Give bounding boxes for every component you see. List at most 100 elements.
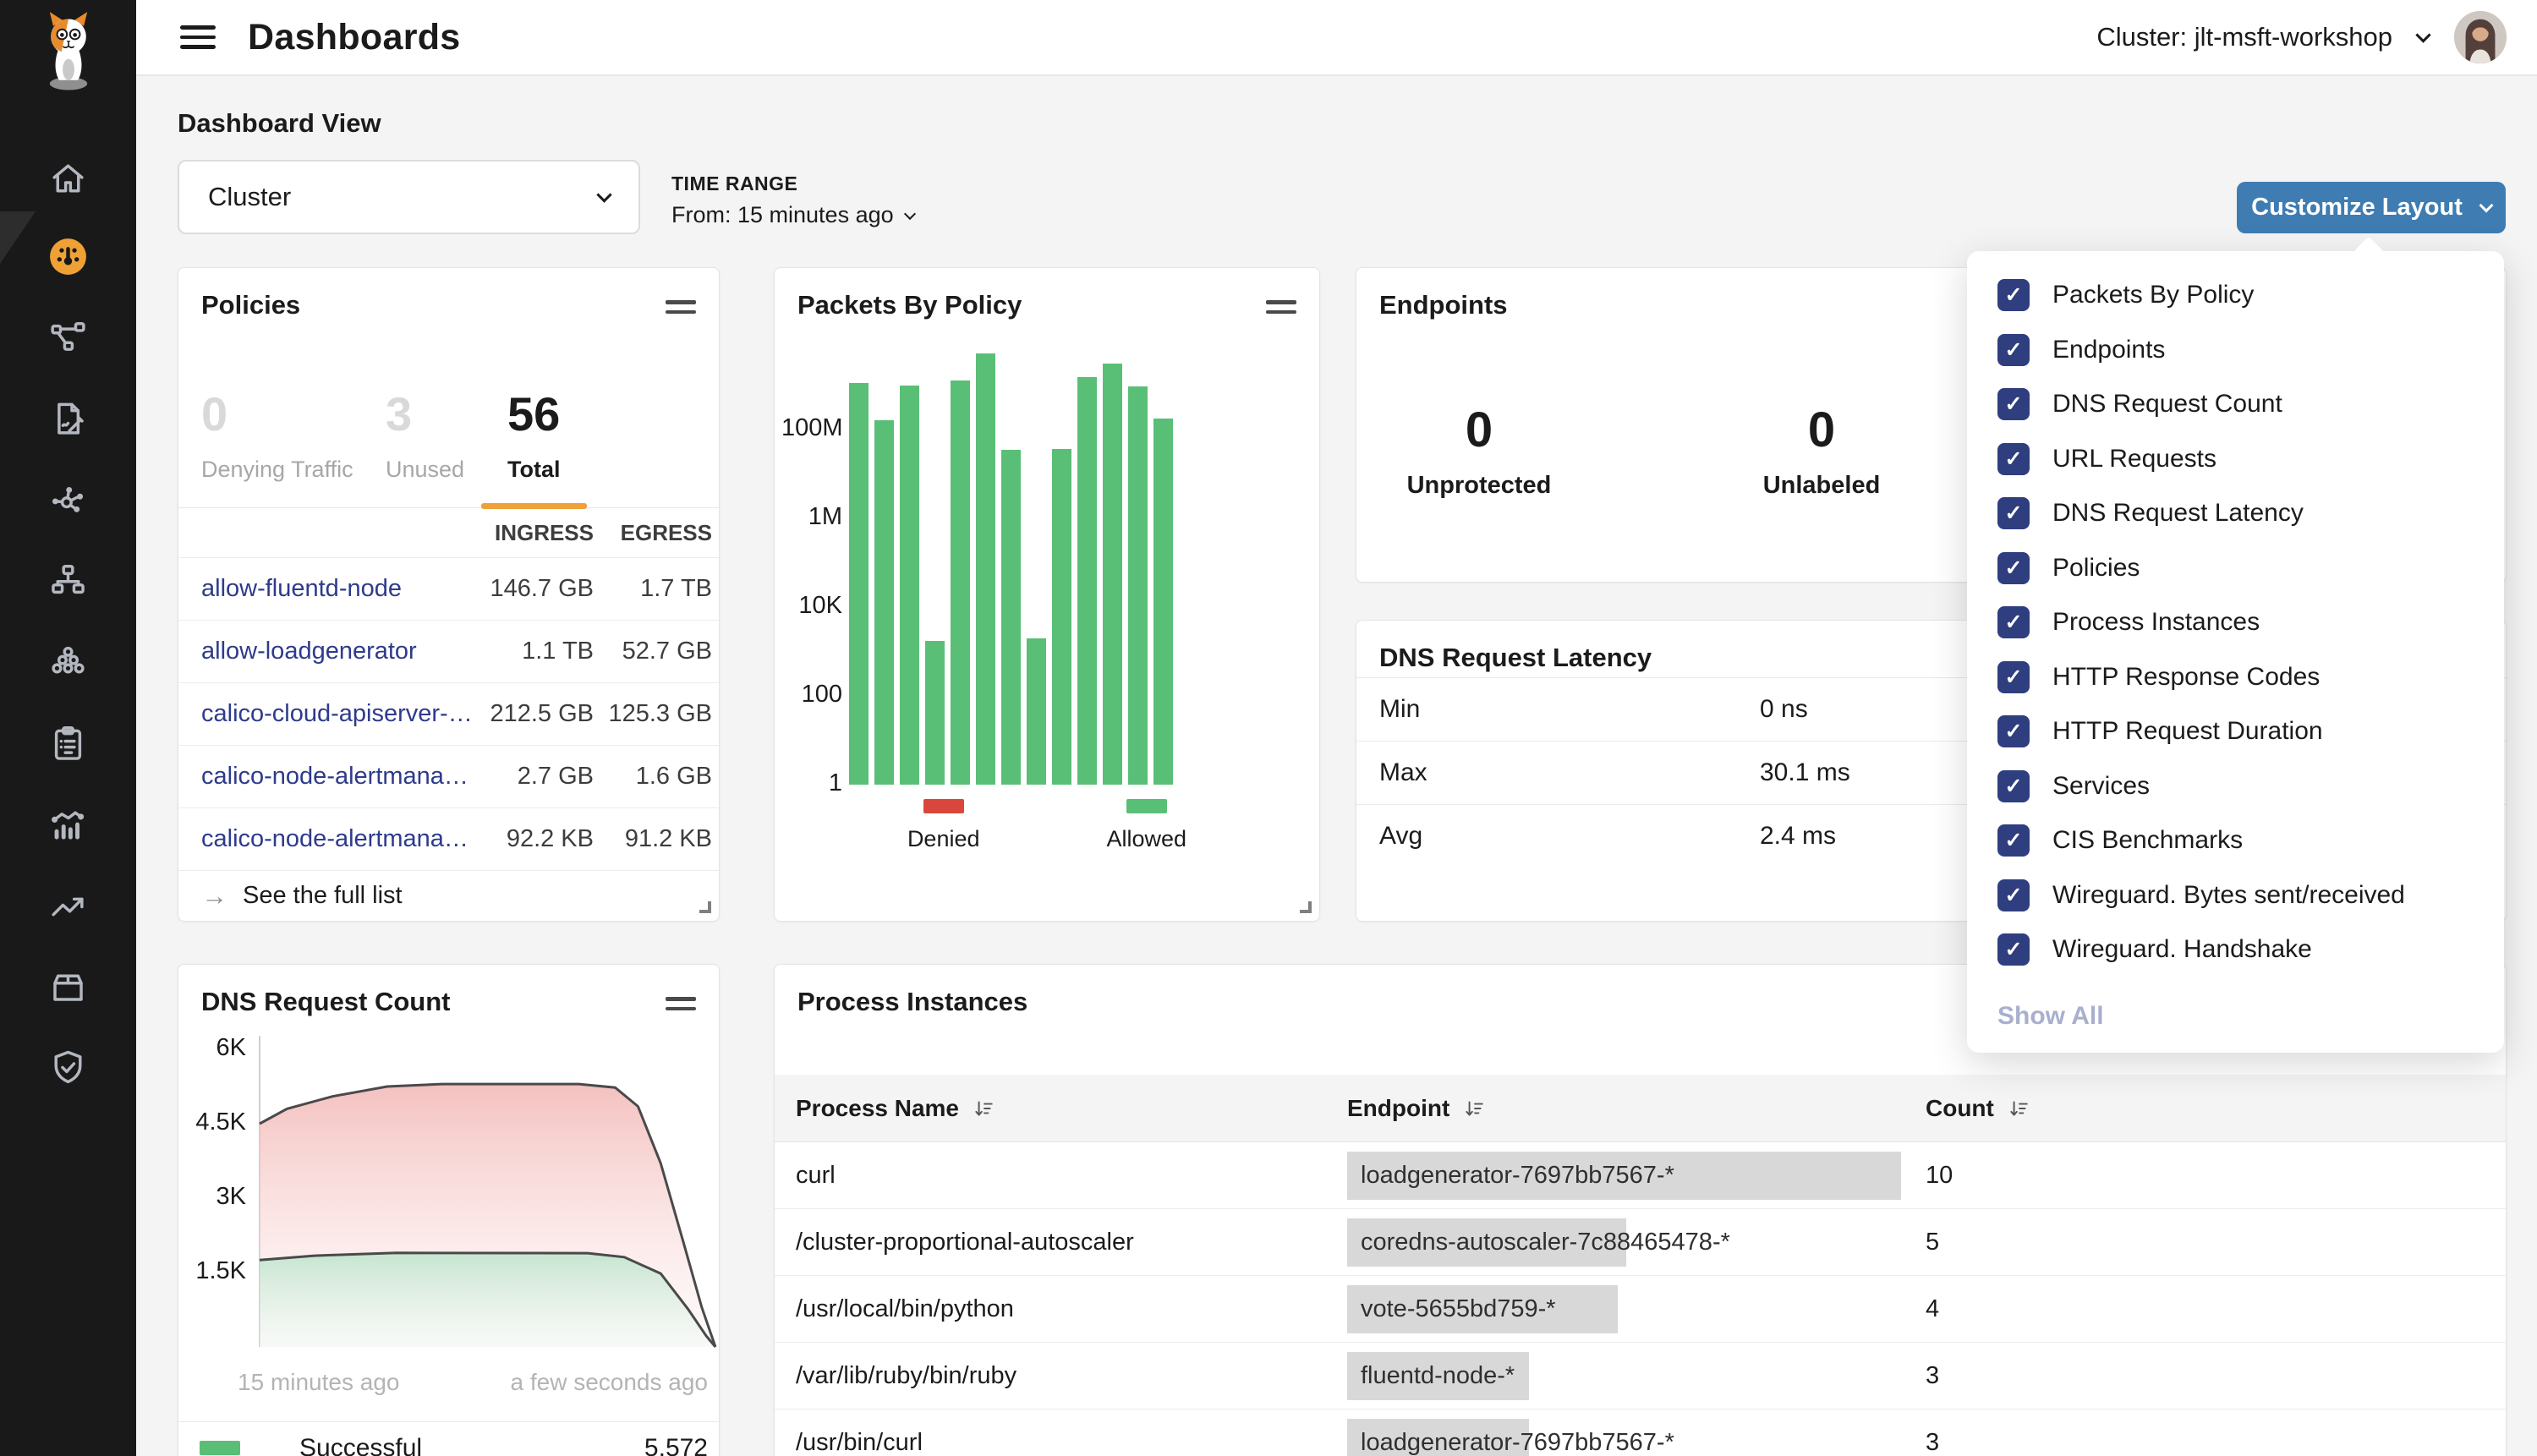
count-cell: 5	[1926, 1229, 2506, 1256]
menu-item-packets-by-policy[interactable]: ✓Packets By Policy	[1997, 268, 2504, 323]
menu-item-process-instances[interactable]: ✓Process Instances	[1997, 595, 2504, 650]
checkbox-checked-icon[interactable]: ✓	[1997, 606, 2030, 638]
menu-item-dns-request-count[interactable]: ✓DNS Request Count	[1997, 377, 2504, 432]
clipboard-icon	[47, 723, 89, 764]
process-table-body: curlloadgenerator-7697bb7567-*10/cluster…	[775, 1142, 2506, 1456]
checkbox-checked-icon[interactable]: ✓	[1997, 933, 2030, 966]
resize-handle[interactable]	[699, 901, 711, 913]
table-row: calico-cloud-apiserver-…212.5 GB125.3 GB	[178, 682, 719, 745]
ingress-value: 212.5 GB	[446, 700, 594, 728]
menu-item-label: CIS Benchmarks	[2052, 826, 2243, 855]
time-range-value[interactable]: From: 15 minutes ago	[671, 202, 914, 228]
menu-item-http-response-codes[interactable]: ✓HTTP Response Codes	[1997, 650, 2504, 705]
table-row: /usr/local/bin/pythonvote-5655bd759-*4	[775, 1276, 2506, 1343]
checkbox-checked-icon[interactable]: ✓	[1997, 715, 2030, 747]
menu-toggle-button[interactable]	[180, 19, 216, 55]
menu-item-url-requests[interactable]: ✓URL Requests	[1997, 432, 2504, 487]
policy-link[interactable]: calico-node-alertmana…	[201, 763, 468, 790]
legend-swatch	[1126, 799, 1167, 813]
checkbox-checked-icon[interactable]: ✓	[1997, 388, 2030, 420]
column-header-process-name[interactable]: Process Name	[796, 1095, 1347, 1122]
checkbox-checked-icon[interactable]: ✓	[1997, 334, 2030, 366]
endpoint-chip: coredns-autoscaler-7c88465478-*	[1347, 1218, 1744, 1267]
legend-label: Allowed	[1107, 826, 1187, 852]
time-range-control: TIME RANGE From: 15 minutes ago	[671, 172, 914, 228]
policy-link[interactable]: allow-loadgenerator	[201, 638, 417, 665]
view-select-value: Cluster	[208, 182, 291, 212]
sidebar-item-hosts[interactable]	[0, 557, 136, 603]
process-name-cell: /usr/bin/curl	[796, 1429, 1347, 1456]
sidebar-item-service-graph[interactable]	[0, 315, 136, 360]
chevron-down-icon	[904, 207, 916, 219]
sidebar-item-network[interactable]	[0, 476, 136, 522]
service-graph-icon	[47, 317, 89, 359]
checkbox-checked-icon[interactable]: ✓	[1997, 770, 2030, 802]
sidebar-item-compliance[interactable]	[0, 720, 136, 766]
resize-handle[interactable]	[1300, 901, 1312, 913]
checkbox-checked-icon[interactable]: ✓	[1997, 279, 2030, 311]
y-axis-tick: 10K	[781, 592, 842, 620]
sidebar-item-dashboard-active[interactable]	[0, 233, 136, 279]
menu-item-wireguard-bytes-sent-received[interactable]: ✓Wireguard. Bytes sent/received	[1997, 868, 2504, 923]
endpoint-chip: fluentd-node-*	[1347, 1352, 1528, 1400]
latency-stat-value: 30.1 ms	[1760, 758, 1850, 787]
checkbox-checked-icon[interactable]: ✓	[1997, 497, 2030, 529]
sidebar-item-clusters[interactable]	[0, 639, 136, 685]
cluster-circles-icon	[47, 642, 89, 683]
user-avatar[interactable]	[2454, 11, 2507, 63]
chevron-down-icon	[596, 187, 611, 202]
column-header-egress[interactable]: EGRESS	[594, 520, 712, 546]
drag-handle-icon[interactable]	[666, 300, 696, 320]
avatar-image	[2454, 11, 2507, 63]
menu-item-policies[interactable]: ✓Policies	[1997, 541, 2504, 596]
sidebar-item-packages[interactable]	[0, 965, 136, 1010]
shield-check-icon	[47, 1047, 89, 1088]
menu-item-label: Services	[2052, 772, 2150, 801]
sort-icon	[1463, 1097, 1485, 1119]
menu-item-wireguard-handshake[interactable]: ✓ Wireguard. Handshake	[1997, 922, 2504, 977]
sidebar-item-home[interactable]	[0, 156, 136, 201]
menu-item-dns-request-latency[interactable]: ✓DNS Request Latency	[1997, 486, 2504, 541]
y-axis-tick: 100M	[781, 414, 842, 442]
customize-layout-dropdown: ✓Packets By Policy✓Endpoints✓DNS Request…	[1967, 251, 2504, 1053]
menu-item-cis-benchmarks[interactable]: ✓ CIS Benchmarks	[1997, 813, 2504, 868]
column-header-count[interactable]: Count	[1926, 1095, 2506, 1122]
sidebar-item-trends[interactable]	[0, 884, 136, 929]
column-header-ingress[interactable]: INGRESS	[446, 520, 594, 546]
checkbox-checked-icon[interactable]: ✓	[1997, 552, 2030, 584]
dashboard-view-select[interactable]: Cluster	[178, 160, 640, 234]
checkbox-checked-icon[interactable]: ✓	[1997, 443, 2030, 475]
menu-item-label: Endpoints	[2052, 336, 2165, 364]
sidebar-item-policies[interactable]	[0, 396, 136, 441]
checkbox-checked-icon[interactable]: ✓	[1997, 661, 2030, 693]
card-title: Policies	[201, 290, 300, 320]
endpoint-chip: loadgenerator-7697bb7567-*	[1347, 1152, 1688, 1200]
policy-link[interactable]: calico-node-alertmana…	[201, 825, 468, 852]
stat-unlabeled: 0 Unlabeled	[1737, 402, 1906, 500]
sidebar-item-statistics[interactable]	[0, 802, 136, 847]
chevron-down-icon[interactable]	[2415, 27, 2430, 42]
customize-layout-button[interactable]: Customize Layout	[2237, 182, 2506, 233]
count-cell: 10	[1926, 1162, 2506, 1190]
policies-table: INGRESS EGRESS allow-fluentd-node146.7 G…	[178, 508, 719, 921]
checkbox-checked-icon[interactable]: ✓	[1997, 824, 2030, 857]
menu-item-endpoints[interactable]: ✓ Endpoints	[1997, 323, 2504, 378]
egress-value: 1.6 GB	[594, 763, 712, 791]
egress-value: 1.7 TB	[594, 575, 712, 603]
show-all-link[interactable]: Show All	[1997, 991, 2504, 1042]
checkbox-checked-icon[interactable]: ✓	[1997, 879, 2030, 911]
endpoint-name: vote-5655bd759-*	[1361, 1295, 1556, 1322]
column-header-endpoint[interactable]: Endpoint	[1347, 1095, 1926, 1122]
stats-chart-icon	[47, 804, 89, 846]
sidebar-item-security[interactable]	[0, 1044, 136, 1090]
home-icon	[47, 158, 89, 200]
endpoint-chip: vote-5655bd759-*	[1347, 1285, 1570, 1333]
menu-item-services[interactable]: ✓ Services	[1997, 759, 2504, 814]
legend-value: 5,572	[644, 1434, 708, 1456]
menu-item-label: Wireguard. Handshake	[2052, 935, 2312, 964]
cluster-switcher[interactable]: Cluster: jlt-msft-workshop	[2096, 22, 2392, 52]
policy-link[interactable]: calico-cloud-apiserver-…	[201, 700, 473, 727]
see-full-list-link[interactable]: See the full list	[243, 882, 403, 910]
menu-item-http-request-duration[interactable]: ✓HTTP Request Duration	[1997, 704, 2504, 759]
policy-link[interactable]: allow-fluentd-node	[201, 575, 402, 602]
